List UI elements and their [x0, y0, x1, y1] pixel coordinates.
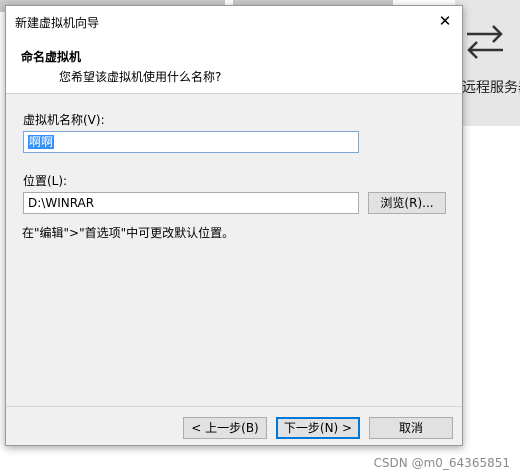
watermark: CSDN @m0_64365851 — [373, 456, 510, 470]
back-button[interactable]: < 上一步(B) — [183, 417, 267, 439]
location-hint: 在"编辑">"首选项"中可更改默认位置。 — [22, 226, 235, 240]
header-title: 命名虚拟机 — [21, 50, 82, 64]
title-bar: 新建虚拟机向导 ✕ — [6, 6, 462, 36]
dialog-title: 新建虚拟机向导 — [15, 16, 100, 30]
close-icon[interactable]: ✕ — [434, 10, 456, 32]
wizard-header: 命名虚拟机 您希望该虚拟机使用什么名称? — [6, 36, 462, 94]
vm-name-input[interactable]: 啊啊 — [23, 131, 359, 153]
location-label: 位置(L): — [23, 174, 68, 188]
remote-server-label: 远程服务器 — [462, 80, 520, 96]
footer-divider — [6, 406, 462, 407]
browse-button[interactable]: 浏览(R)... — [368, 192, 446, 214]
next-button[interactable]: 下一步(N) > — [276, 417, 360, 439]
swap-arrows-icon — [467, 25, 503, 59]
vm-name-value: 啊啊 — [28, 135, 55, 149]
cancel-button[interactable]: 取消 — [369, 417, 453, 439]
new-vm-wizard-dialog: 新建虚拟机向导 ✕ 命名虚拟机 您希望该虚拟机使用什么名称? 虚拟机名称(V):… — [5, 5, 463, 446]
remote-server-panel[interactable] — [455, 0, 520, 126]
header-subtitle: 您希望该虚拟机使用什么名称? — [59, 70, 222, 84]
vm-name-label: 虚拟机名称(V): — [23, 113, 105, 127]
location-value: D:\WINRAR — [28, 196, 95, 210]
location-input[interactable]: D:\WINRAR — [23, 192, 359, 214]
